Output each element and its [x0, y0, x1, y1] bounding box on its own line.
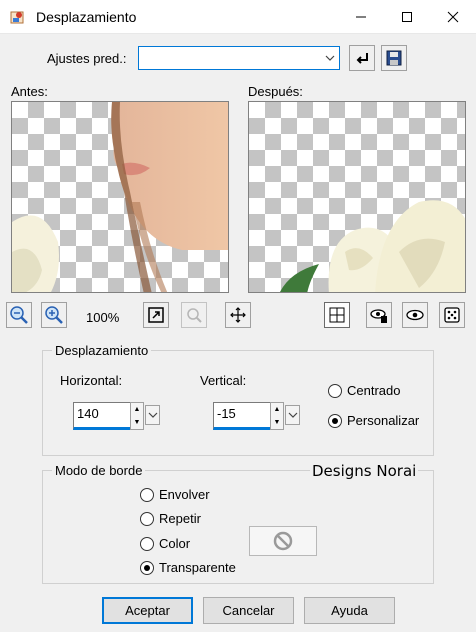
- after-preview-image: [280, 200, 465, 292]
- zoom-in-icon: [45, 306, 63, 324]
- vertical-spinner[interactable]: ▲ ▼: [270, 402, 284, 430]
- vertical-dropdown[interactable]: [285, 405, 300, 425]
- radio-label: Transparente: [159, 560, 236, 575]
- radio-label: Color: [159, 536, 191, 551]
- radio-button[interactable]: [140, 511, 154, 526]
- radio-label: Personalizar: [347, 413, 420, 428]
- radio-button[interactable]: [140, 560, 154, 575]
- horizontal-input[interactable]: 140: [73, 402, 131, 430]
- maximize-icon: [402, 12, 412, 22]
- horizontal-label: Horizontal:: [60, 373, 123, 388]
- move-icon: [230, 307, 246, 323]
- randomize-button[interactable]: [439, 302, 465, 328]
- move-button[interactable]: [225, 302, 251, 328]
- presets-dropdown[interactable]: [138, 46, 340, 70]
- horizontal-dropdown[interactable]: [145, 405, 160, 425]
- radio-color[interactable]: Color: [140, 536, 190, 551]
- fit-window-icon: [148, 307, 164, 323]
- edge-mode-group-label: Modo de borde: [52, 463, 146, 478]
- radio-button[interactable]: [140, 487, 154, 502]
- preview-toggle-icon: [329, 307, 345, 323]
- before-label: Antes:: [11, 84, 48, 99]
- edge-color-swatch[interactable]: [249, 526, 317, 556]
- after-label: Después:: [248, 84, 303, 99]
- chevron-down-icon[interactable]: [321, 48, 338, 68]
- spin-down-icon[interactable]: ▼: [271, 416, 283, 429]
- zoom-out-button[interactable]: [6, 302, 32, 328]
- before-preview[interactable]: [11, 101, 229, 293]
- dice-icon: [444, 307, 460, 323]
- radio-transparente[interactable]: Transparente: [140, 560, 236, 575]
- horizontal-spinner[interactable]: ▲ ▼: [130, 402, 144, 430]
- maximize-button[interactable]: [384, 0, 430, 34]
- spin-up-icon[interactable]: ▲: [131, 403, 143, 416]
- radio-button[interactable]: [140, 536, 154, 551]
- zoom-in-button[interactable]: [41, 302, 67, 328]
- vertical-label: Vertical:: [200, 373, 247, 388]
- radio-label: Repetir: [159, 511, 201, 526]
- zoom-disabled-icon: [187, 308, 202, 323]
- spin-up-icon[interactable]: ▲: [271, 403, 283, 416]
- title-bar: Desplazamiento: [0, 0, 476, 34]
- edge-mode-group: [42, 470, 434, 584]
- save-preset-button[interactable]: [381, 45, 407, 71]
- proof-icon: [370, 309, 387, 323]
- offset-group-label: Desplazamiento: [52, 343, 152, 358]
- close-icon: [447, 11, 459, 23]
- reset-button[interactable]: [349, 45, 375, 71]
- radio-centrado[interactable]: Centrado: [328, 383, 400, 398]
- radio-envolver[interactable]: Envolver: [140, 487, 210, 502]
- eye-button[interactable]: [402, 302, 428, 328]
- radio-repetir[interactable]: Repetir: [140, 511, 201, 526]
- help-button[interactable]: Ayuda: [304, 597, 395, 624]
- ok-button[interactable]: Aceptar: [102, 597, 193, 624]
- chevron-down-icon: [288, 412, 297, 418]
- before-preview-image: [12, 102, 228, 292]
- fit-window-button[interactable]: [143, 302, 169, 328]
- watermark-text: Designs Norai: [310, 462, 419, 480]
- minimize-icon: [356, 16, 366, 18]
- radio-button[interactable]: [328, 413, 342, 428]
- radio-label: Centrado: [347, 383, 401, 398]
- preview-toggle-button[interactable]: [324, 302, 350, 328]
- presets-label: Ajustes pred.:: [47, 51, 127, 66]
- reset-icon: [356, 53, 368, 64]
- eye-icon: [406, 309, 424, 321]
- zoom-out-icon: [10, 306, 28, 324]
- proof-button[interactable]: [366, 302, 392, 328]
- no-color-icon: [273, 531, 293, 551]
- cancel-button[interactable]: Cancelar: [203, 597, 294, 624]
- zoom-disabled-button[interactable]: [181, 302, 207, 328]
- spin-down-icon[interactable]: ▼: [131, 416, 143, 429]
- radio-personalizar[interactable]: Personalizar: [328, 413, 419, 428]
- save-icon: [386, 50, 402, 66]
- window-title: Desplazamiento: [36, 9, 137, 25]
- minimize-button[interactable]: [338, 0, 384, 34]
- radio-label: Envolver: [159, 487, 210, 502]
- zoom-level: 100%: [86, 310, 120, 325]
- chevron-down-icon: [148, 412, 157, 418]
- close-button[interactable]: [430, 0, 476, 34]
- after-preview: [248, 101, 466, 293]
- app-icon: [10, 9, 26, 25]
- vertical-input[interactable]: -15: [213, 402, 271, 430]
- radio-button[interactable]: [328, 383, 342, 398]
